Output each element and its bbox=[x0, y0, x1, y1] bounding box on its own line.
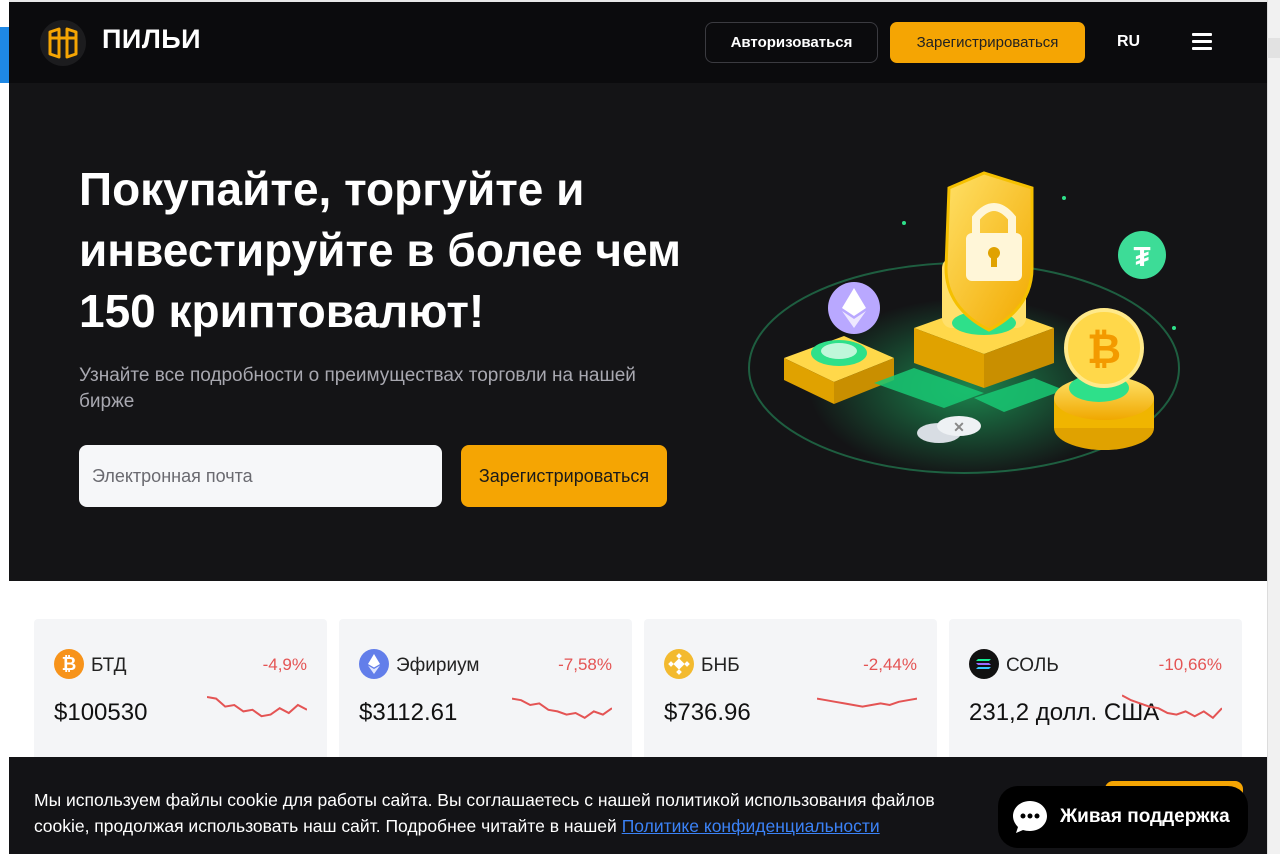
window-left-accent bbox=[0, 27, 9, 83]
sparkline-chart bbox=[817, 697, 917, 708]
login-button[interactable]: Авторизоваться bbox=[705, 22, 878, 63]
ticker-name: СОЛЬ bbox=[1006, 655, 1059, 676]
ticker-card[interactable]: Эфириум -7,58% $3112.61 bbox=[339, 619, 632, 769]
scrollbar[interactable] bbox=[1267, 0, 1280, 854]
language-selector[interactable]: RU bbox=[1117, 33, 1140, 51]
ticker-price: $3112.61 bbox=[359, 699, 458, 726]
chat-bubble-icon bbox=[1013, 801, 1047, 833]
hero-section: Покупайте, торгуйте и инвестируйте в бол… bbox=[9, 83, 1267, 581]
ethereum-icon bbox=[359, 649, 389, 679]
ticker-card[interactable]: ₿ БТД -4,9% $100530 bbox=[34, 619, 327, 769]
ticker-change: -7,58% bbox=[558, 655, 612, 674]
privacy-policy-link[interactable]: Политике конфиденциальности bbox=[622, 816, 880, 836]
sparkline-path bbox=[817, 697, 917, 708]
bitcoin-icon: ₿ bbox=[54, 649, 84, 679]
sparkline-path bbox=[1122, 694, 1222, 720]
logo-text[interactable]: ПИЛЬИ bbox=[102, 24, 201, 55]
svg-text:₮: ₮ bbox=[1133, 241, 1150, 272]
hamburger-menu-icon[interactable] bbox=[1192, 33, 1212, 51]
ticker-name: БТД bbox=[91, 655, 127, 676]
ticker-change: -2,44% bbox=[863, 655, 917, 674]
svg-text:✕: ✕ bbox=[953, 419, 965, 435]
sparkline-chart bbox=[1122, 694, 1222, 720]
ticker-price: $100530 bbox=[54, 699, 148, 726]
live-support-button[interactable]: Живая поддержка bbox=[998, 786, 1248, 848]
sparkline-chart bbox=[512, 697, 612, 719]
ticker-card[interactable]: СОЛЬ -10,66% 231,2 долл. США bbox=[949, 619, 1242, 769]
ticker-change: -4,9% bbox=[262, 655, 307, 674]
live-support-label: Живая поддержка bbox=[1060, 806, 1230, 827]
hero-title: Покупайте, торгуйте и инвестируйте в бол… bbox=[79, 163, 682, 337]
bnb-icon bbox=[664, 649, 694, 679]
site-header: ПИЛЬИ Авторизоваться Зарегистрироваться … bbox=[9, 2, 1267, 83]
page: ПИЛЬИ Авторизоваться Зарегистрироваться … bbox=[9, 2, 1267, 854]
sparkline-path bbox=[512, 697, 612, 719]
solana-icon bbox=[969, 649, 999, 679]
email-input[interactable] bbox=[79, 445, 442, 507]
ticker-change: -10,66% bbox=[1158, 655, 1222, 674]
ticker-card[interactable]: БНБ -2,44% $736.96 bbox=[644, 619, 937, 769]
sparkline-chart bbox=[207, 696, 307, 718]
logo-icon[interactable] bbox=[39, 19, 87, 67]
security-crypto-illustration: ₿ ₮ ✕ bbox=[748, 171, 1180, 478]
window-left-edge bbox=[0, 0, 9, 854]
register-button-hero[interactable]: Зарегистрироваться bbox=[461, 445, 667, 507]
ticker-name: Эфириум bbox=[396, 655, 480, 676]
scrollbar-thumb[interactable] bbox=[1267, 38, 1280, 58]
ticker-price: $736.96 bbox=[664, 699, 751, 726]
cookie-text: Мы используем файлы cookie для работы са… bbox=[34, 787, 994, 839]
svg-text:₿: ₿ bbox=[1087, 325, 1121, 372]
sparkline-path bbox=[207, 696, 307, 718]
ticker-name: БНБ bbox=[701, 655, 740, 676]
hero-subtitle: Узнайте все подробности о преимуществах … bbox=[79, 365, 636, 412]
register-button-header[interactable]: Зарегистрироваться bbox=[890, 22, 1085, 63]
